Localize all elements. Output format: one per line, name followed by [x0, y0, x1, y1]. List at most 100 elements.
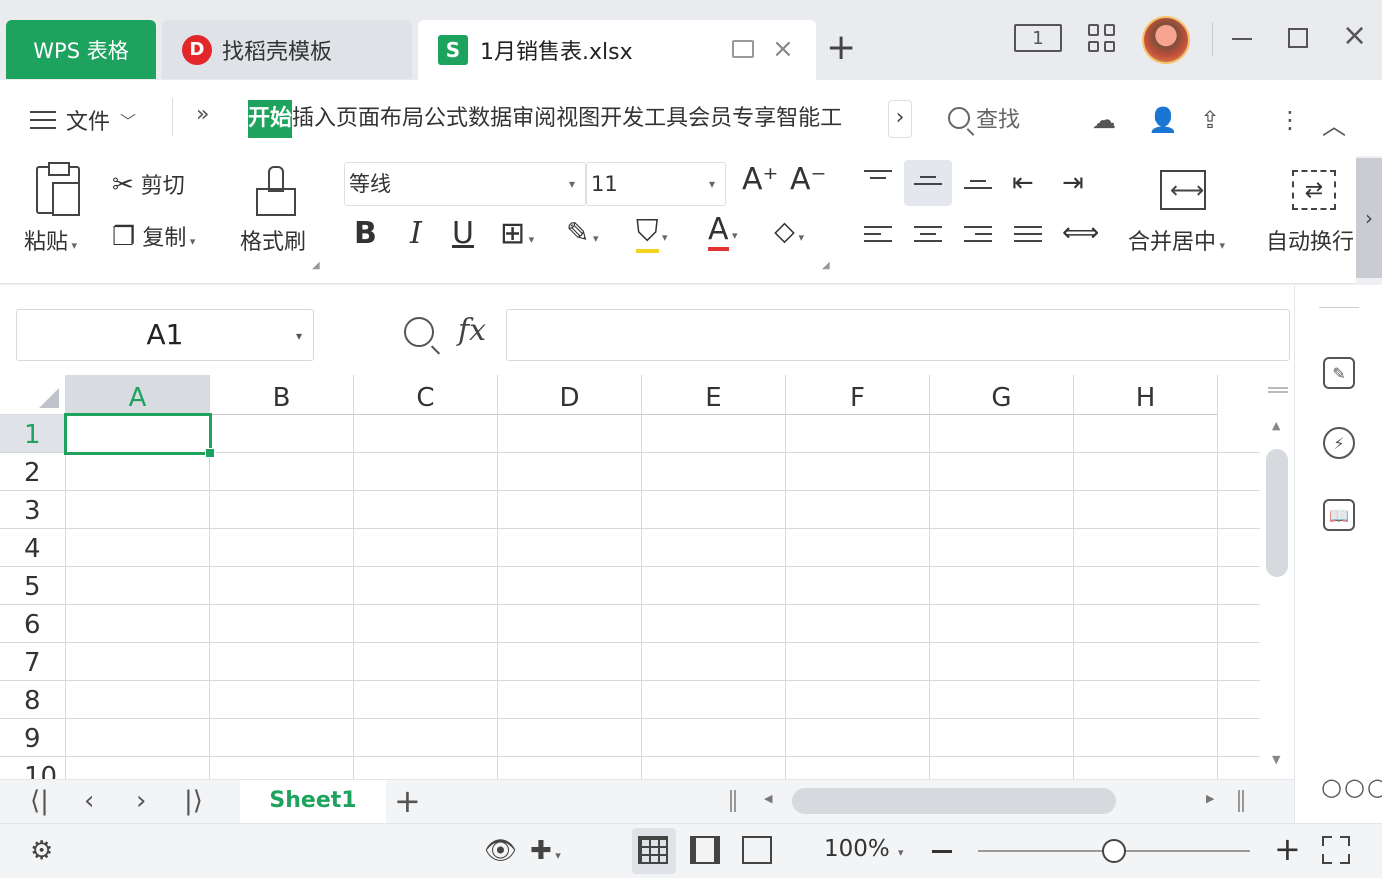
- minimize-button[interactable]: [1232, 38, 1252, 40]
- justify-icon[interactable]: [1014, 226, 1042, 246]
- double-chevron-icon[interactable]: »: [196, 102, 209, 127]
- zoom-level[interactable]: 100%: [824, 836, 890, 862]
- tab-view[interactable]: 视图: [556, 100, 600, 138]
- cloud-sync-icon[interactable]: ☁: [1092, 106, 1116, 134]
- format-painter-button[interactable]: 格式刷: [240, 224, 306, 256]
- zoom-search-icon[interactable]: [404, 317, 434, 347]
- page-break-view-icon[interactable]: [742, 836, 772, 864]
- format-painter-icon[interactable]: [256, 166, 296, 216]
- grow-font-button[interactable]: A⁺: [742, 162, 778, 197]
- chevron-down-icon[interactable]: ▾: [898, 846, 904, 859]
- row-header-4[interactable]: 4: [0, 529, 66, 567]
- shrink-font-button[interactable]: A⁻: [790, 162, 826, 197]
- scroll-down-arrow-icon[interactable]: ▼: [1272, 753, 1280, 766]
- row-header-9[interactable]: 9: [0, 719, 66, 757]
- horizontal-split-handle[interactable]: [1238, 790, 1244, 812]
- close-tab-icon[interactable]: ×: [772, 34, 794, 64]
- font-group-launcher-icon[interactable]: ◢: [822, 260, 830, 271]
- cell-style-icon[interactable]: ✎ ▾: [566, 216, 599, 249]
- cell-grid[interactable]: [66, 415, 1260, 779]
- user-avatar[interactable]: [1142, 16, 1190, 64]
- column-header-a[interactable]: A: [66, 375, 210, 415]
- vertical-scrollbar[interactable]: ▲ ▼: [1260, 375, 1294, 779]
- zoom-slider-handle[interactable]: [1102, 839, 1126, 863]
- pin-screen-icon[interactable]: [732, 40, 754, 58]
- split-handle-icon[interactable]: [1268, 387, 1288, 393]
- wrap-text-icon[interactable]: ⇄: [1292, 170, 1336, 210]
- tab-split-handle[interactable]: [730, 790, 736, 812]
- column-header-d[interactable]: D: [498, 375, 642, 415]
- decrease-indent-icon[interactable]: ⇤: [1012, 168, 1034, 198]
- row-header-5[interactable]: 5: [0, 567, 66, 605]
- chevron-down-icon[interactable]: ▾: [296, 329, 302, 343]
- template-tab[interactable]: D 找稻壳模板: [162, 20, 412, 79]
- row-header-1[interactable]: 1: [0, 415, 66, 453]
- reading-guide-icon[interactable]: 📖: [1323, 499, 1355, 531]
- paste-icon[interactable]: [36, 162, 80, 216]
- auto-wrap-button[interactable]: 自动换行: [1266, 224, 1354, 256]
- previous-sheet-button[interactable]: ‹: [84, 786, 94, 816]
- tab-developer[interactable]: 开发工具: [600, 100, 688, 138]
- align-middle-icon[interactable]: [914, 176, 942, 196]
- horizontal-scroll-thumb[interactable]: [792, 788, 1116, 814]
- page-layout-view-icon[interactable]: [690, 836, 720, 864]
- scroll-right-arrow-icon[interactable]: ▶: [1206, 792, 1214, 805]
- name-box[interactable]: A1: [16, 309, 314, 361]
- document-tab[interactable]: S 1月销售表.xlsx ×: [418, 20, 816, 80]
- row-header-10[interactable]: 10: [0, 757, 66, 779]
- row-header-7[interactable]: 7: [0, 643, 66, 681]
- collapse-ribbon-icon[interactable]: ︿: [1322, 106, 1346, 141]
- tab-smart-tools[interactable]: 智能工: [776, 100, 842, 138]
- reading-mode-icon[interactable]: ✚ ▾: [530, 836, 561, 866]
- ribbon-scroll-right-button[interactable]: ›: [1356, 158, 1382, 278]
- row-header-6[interactable]: 6: [0, 605, 66, 643]
- first-sheet-button[interactable]: ⟨|: [30, 786, 49, 816]
- active-cell-a1[interactable]: [64, 413, 215, 458]
- more-options-icon[interactable]: ⋮: [1278, 106, 1302, 134]
- align-bottom-icon[interactable]: [964, 180, 992, 200]
- fullscreen-icon[interactable]: [1322, 836, 1350, 864]
- increase-indent-icon[interactable]: ⇥: [1062, 168, 1084, 198]
- font-size-select[interactable]: 11 ▾: [586, 162, 726, 206]
- align-top-icon[interactable]: [864, 170, 892, 190]
- tab-formulas[interactable]: 公式: [424, 100, 468, 138]
- clipboard-group-launcher-icon[interactable]: ◢: [312, 260, 320, 271]
- add-sheet-button[interactable]: +: [394, 782, 421, 820]
- normal-view-icon[interactable]: [638, 836, 668, 864]
- align-right-icon[interactable]: [964, 226, 992, 246]
- column-header-f[interactable]: F: [786, 375, 930, 415]
- underline-button[interactable]: U: [452, 216, 474, 251]
- row-header-2[interactable]: 2: [0, 453, 66, 491]
- copy-button[interactable]: ❐ 复制 ▾: [112, 220, 195, 252]
- distributed-align-icon[interactable]: ⟺: [1062, 218, 1099, 248]
- select-all-button[interactable]: [0, 375, 66, 415]
- tab-review[interactable]: 审阅: [512, 100, 556, 138]
- align-left-icon[interactable]: [864, 226, 892, 246]
- last-sheet-button[interactable]: |⟩: [184, 786, 203, 816]
- merge-center-button[interactable]: 合并居中 ▾: [1128, 224, 1225, 256]
- eye-protection-icon[interactable]: 👁: [484, 836, 517, 866]
- wps-spreadsheet-tab[interactable]: WPS 表格: [6, 20, 156, 79]
- tab-member[interactable]: 会员专享: [688, 100, 776, 138]
- borders-icon[interactable]: ⊞ ▾: [500, 216, 534, 251]
- clear-format-icon[interactable]: ⬦ ▾: [774, 214, 804, 249]
- zoom-in-button[interactable]: +: [1274, 830, 1301, 868]
- window-layout-icon[interactable]: 1: [1014, 24, 1062, 52]
- scroll-left-arrow-icon[interactable]: ◀: [764, 792, 772, 805]
- insert-function-button[interactable]: fx: [458, 313, 486, 348]
- formula-input[interactable]: [506, 309, 1290, 361]
- search-button[interactable]: 查找: [948, 102, 1020, 134]
- tab-home[interactable]: 开始: [248, 100, 293, 138]
- scroll-up-arrow-icon[interactable]: ▲: [1272, 419, 1280, 432]
- column-header-h[interactable]: H: [1074, 375, 1218, 415]
- share-user-icon[interactable]: 👤: [1148, 106, 1178, 134]
- new-tab-button[interactable]: +: [826, 28, 856, 68]
- tab-data[interactable]: 数据: [468, 100, 512, 138]
- format-style-icon[interactable]: ✎: [1323, 357, 1355, 389]
- row-header-8[interactable]: 8: [0, 681, 66, 719]
- close-window-button[interactable]: ×: [1342, 18, 1367, 53]
- italic-button[interactable]: I: [410, 216, 422, 251]
- share-export-icon[interactable]: ⇪: [1200, 106, 1220, 134]
- apps-grid-icon[interactable]: [1088, 24, 1116, 52]
- align-center-icon[interactable]: [914, 226, 942, 246]
